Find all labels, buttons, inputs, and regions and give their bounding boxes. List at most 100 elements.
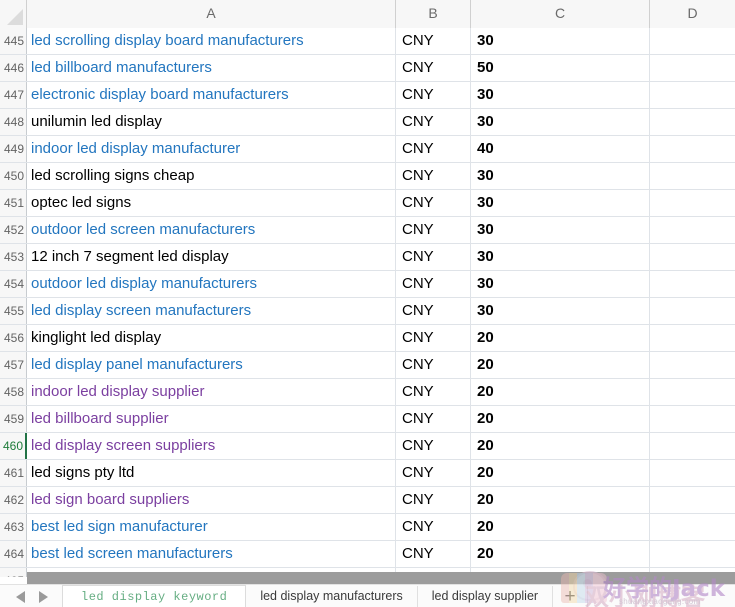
row-header[interactable]: 449 — [0, 136, 27, 162]
cell-a[interactable]: 12 inch 7 segment led display — [27, 244, 396, 270]
row-header[interactable]: 448 — [0, 109, 27, 135]
row-header[interactable]: 458 — [0, 379, 27, 405]
table-row[interactable]: 462 led sign board suppliers CNY 20 — [0, 487, 735, 514]
select-all-corner[interactable] — [0, 0, 27, 28]
row-header[interactable]: 465 — [0, 568, 27, 577]
row-header[interactable]: 461 — [0, 460, 27, 486]
cell-a[interactable]: indoor led display supplier — [27, 379, 396, 405]
sheet-tab[interactable]: led display manufacturers — [246, 586, 418, 607]
row-header[interactable]: 453 — [0, 244, 27, 270]
cell-c[interactable]: 20 — [471, 541, 650, 567]
cell-c[interactable]: 30 — [471, 82, 650, 108]
cell-b[interactable]: CNY — [396, 163, 471, 189]
cell-a[interactable]: best led sign manufacturer — [27, 514, 396, 540]
cell-a[interactable]: led scrolling display board manufacturer… — [27, 28, 396, 54]
row-header[interactable]: 457 — [0, 352, 27, 378]
table-row[interactable]: 449 indoor led display manufacturer CNY 40 — [0, 136, 735, 163]
row-header[interactable]: 446 — [0, 55, 27, 81]
row-header[interactable]: 464 — [0, 541, 27, 567]
column-header-b[interactable]: B — [396, 0, 471, 28]
cell-c[interactable]: 20 — [471, 325, 650, 351]
horizontal-scrollbar[interactable] — [27, 572, 735, 584]
row-header[interactable]: 459 — [0, 406, 27, 432]
row-header[interactable]: 445 — [0, 28, 27, 54]
cell-d[interactable] — [650, 55, 735, 81]
table-row[interactable]: 459 led billboard supplier CNY 20 — [0, 406, 735, 433]
table-row[interactable]: 447 electronic display board manufacturer… — [0, 82, 735, 109]
cell-d[interactable] — [650, 109, 735, 135]
table-row[interactable]: 463 best led sign manufacturer CNY 20 — [0, 514, 735, 541]
cell-b[interactable]: CNY — [396, 406, 471, 432]
row-header[interactable]: 452 — [0, 217, 27, 243]
cell-b[interactable]: CNY — [396, 460, 471, 486]
cell-a[interactable]: outdoor led display manufacturers — [27, 271, 396, 297]
cell-d[interactable] — [650, 271, 735, 297]
table-row[interactable]: 454 outdoor led display manufacturers CNY 3… — [0, 271, 735, 298]
row-header[interactable]: 462 — [0, 487, 27, 513]
cell-c[interactable]: 20 — [471, 406, 650, 432]
cell-c[interactable]: 30 — [471, 109, 650, 135]
sheet-tab[interactable]: led display keyword — [62, 584, 247, 607]
cell-b[interactable]: CNY — [396, 190, 471, 216]
cell-a[interactable]: indoor led display manufacturer — [27, 136, 396, 162]
cell-c[interactable]: 20 — [471, 460, 650, 486]
column-header-a[interactable]: A — [27, 0, 396, 28]
cell-a[interactable]: led display screen manufacturers — [27, 298, 396, 324]
cell-d[interactable] — [650, 514, 735, 540]
row-header[interactable]: 447 — [0, 82, 27, 108]
cell-a[interactable]: led sign board suppliers — [27, 487, 396, 513]
cell-b[interactable]: CNY — [396, 244, 471, 270]
table-row[interactable]: 455 led display screen manufacturers CNY 30 — [0, 298, 735, 325]
table-row[interactable]: 448 unilumin led display CNY 30 — [0, 109, 735, 136]
column-header-d[interactable]: D — [650, 0, 735, 28]
sheet-tab[interactable]: led display supplier — [418, 586, 554, 607]
cell-c[interactable]: 30 — [471, 217, 650, 243]
cell-c[interactable]: 50 — [471, 55, 650, 81]
table-row[interactable]: 456 kinglight led display CNY 20 — [0, 325, 735, 352]
spreadsheet-grid[interactable]: A B C D 445 led scrolling display board m… — [0, 0, 735, 577]
cell-d[interactable] — [650, 163, 735, 189]
cell-a[interactable]: electronic display board manufacturers — [27, 82, 396, 108]
row-header[interactable]: 463 — [0, 514, 27, 540]
row-header[interactable]: 455 — [0, 298, 27, 324]
cell-c[interactable]: 30 — [471, 271, 650, 297]
cell-c[interactable]: 30 — [471, 163, 650, 189]
add-sheet-button[interactable]: + — [553, 586, 589, 607]
cell-b[interactable]: CNY — [396, 541, 471, 567]
cell-b[interactable]: CNY — [396, 271, 471, 297]
row-header[interactable]: 456 — [0, 325, 27, 351]
table-row[interactable]: 457 led display panel manufacturers CNY 20 — [0, 352, 735, 379]
cell-b[interactable]: CNY — [396, 487, 471, 513]
cell-b[interactable]: CNY — [396, 325, 471, 351]
cell-b[interactable]: CNY — [396, 136, 471, 162]
cell-a[interactable]: led display panel manufacturers — [27, 352, 396, 378]
cell-d[interactable] — [650, 217, 735, 243]
table-row[interactable]: 460 led display screen suppliers CNY 20 — [0, 433, 735, 460]
cell-d[interactable] — [650, 352, 735, 378]
cell-d[interactable] — [650, 244, 735, 270]
cell-b[interactable]: CNY — [396, 109, 471, 135]
table-row[interactable]: 461 led signs pty ltd CNY 20 — [0, 460, 735, 487]
cell-d[interactable] — [650, 82, 735, 108]
cell-c[interactable]: 20 — [471, 514, 650, 540]
column-header-c[interactable]: C — [471, 0, 650, 28]
row-header[interactable]: 460 — [0, 433, 27, 459]
cell-b[interactable]: CNY — [396, 217, 471, 243]
cell-d[interactable] — [650, 460, 735, 486]
cell-d[interactable] — [650, 487, 735, 513]
cell-a[interactable]: unilumin led display — [27, 109, 396, 135]
cell-d[interactable] — [650, 298, 735, 324]
cell-c[interactable]: 30 — [471, 244, 650, 270]
cell-b[interactable]: CNY — [396, 379, 471, 405]
cell-c[interactable]: 30 — [471, 190, 650, 216]
row-header[interactable]: 454 — [0, 271, 27, 297]
cell-d[interactable] — [650, 136, 735, 162]
cell-d[interactable] — [650, 28, 735, 54]
table-row[interactable]: 453 12 inch 7 segment led display CNY 30 — [0, 244, 735, 271]
cell-a[interactable]: led scrolling signs cheap — [27, 163, 396, 189]
table-row[interactable]: 450 led scrolling signs cheap CNY 30 — [0, 163, 735, 190]
table-row[interactable]: 451 optec led signs CNY 30 — [0, 190, 735, 217]
row-header[interactable]: 450 — [0, 163, 27, 189]
cell-a[interactable]: led billboard manufacturers — [27, 55, 396, 81]
cell-d[interactable] — [650, 190, 735, 216]
